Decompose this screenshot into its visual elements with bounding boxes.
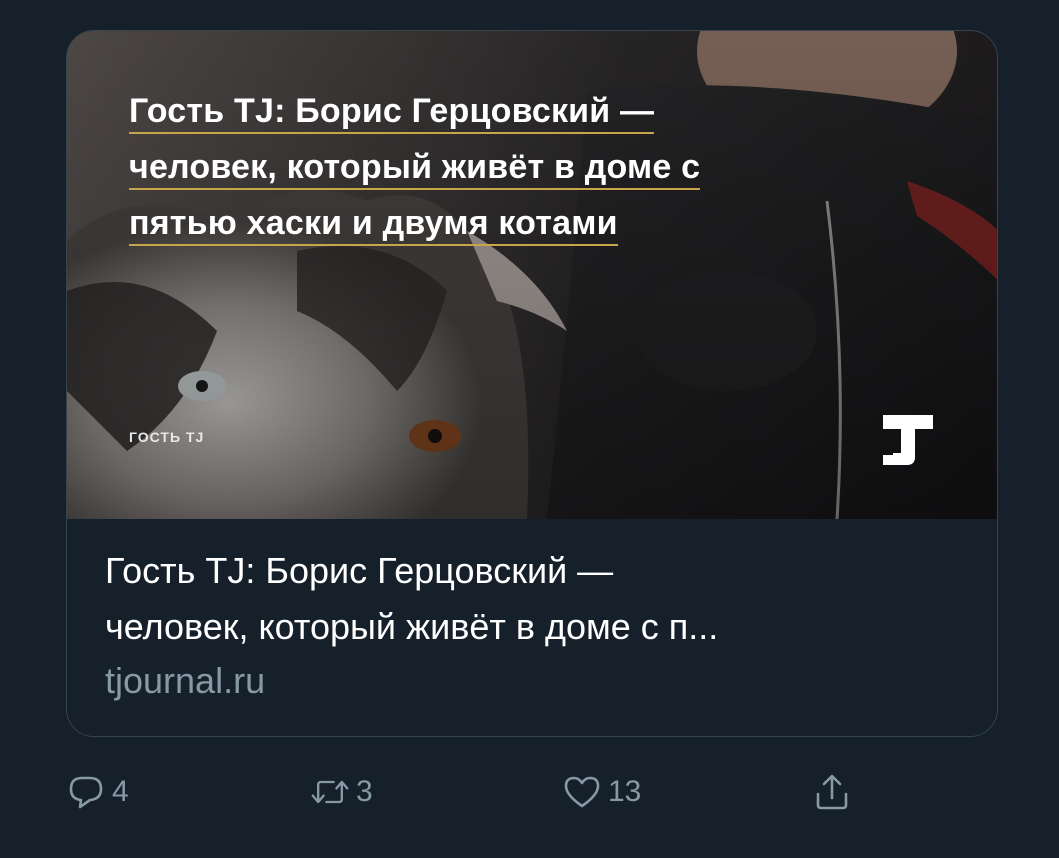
reply-button[interactable]: 4 [66, 762, 129, 822]
retweet-button[interactable]: 3 [310, 762, 373, 822]
share-button[interactable] [812, 762, 852, 822]
link-title-line: человек, который живёт в доме с п... [105, 606, 719, 647]
image-headline-line: пятью хаски и двумя котами [129, 204, 618, 246]
like-count: 13 [608, 775, 642, 808]
retweet-count: 3 [356, 775, 373, 808]
retweet-icon [311, 780, 349, 804]
image-headline: Гость TJ: Борис Герцовский — человек, ко… [129, 83, 849, 251]
link-domain: tjournal.ru [105, 660, 266, 701]
link-title[interactable]: Гость TJ: Борис Герцовский — человек, ко… [105, 543, 965, 655]
image-kicker: ГОСТЬ TJ [129, 429, 205, 445]
tj-logo-icon [883, 415, 933, 465]
link-meta[interactable]: Гость TJ: Борис Герцовский — человек, ко… [67, 519, 997, 736]
image-headline-line: человек, который живёт в доме с [129, 148, 701, 190]
share-icon [816, 774, 848, 810]
like-button[interactable]: 13 [562, 762, 641, 822]
preview-image[interactable]: Гость TJ: Борис Герцовский — человек, ко… [67, 31, 997, 519]
link-title-line: Гость TJ: Борис Герцовский — [105, 550, 614, 591]
heart-icon [564, 776, 600, 808]
reply-icon [69, 776, 103, 809]
image-headline-line: Гость TJ: Борис Герцовский — [129, 92, 655, 134]
link-preview-card[interactable]: Гость TJ: Борис Герцовский — человек, ко… [66, 30, 998, 737]
reply-count: 4 [112, 775, 129, 808]
tweet-actions: 4 3 13 [66, 762, 966, 822]
